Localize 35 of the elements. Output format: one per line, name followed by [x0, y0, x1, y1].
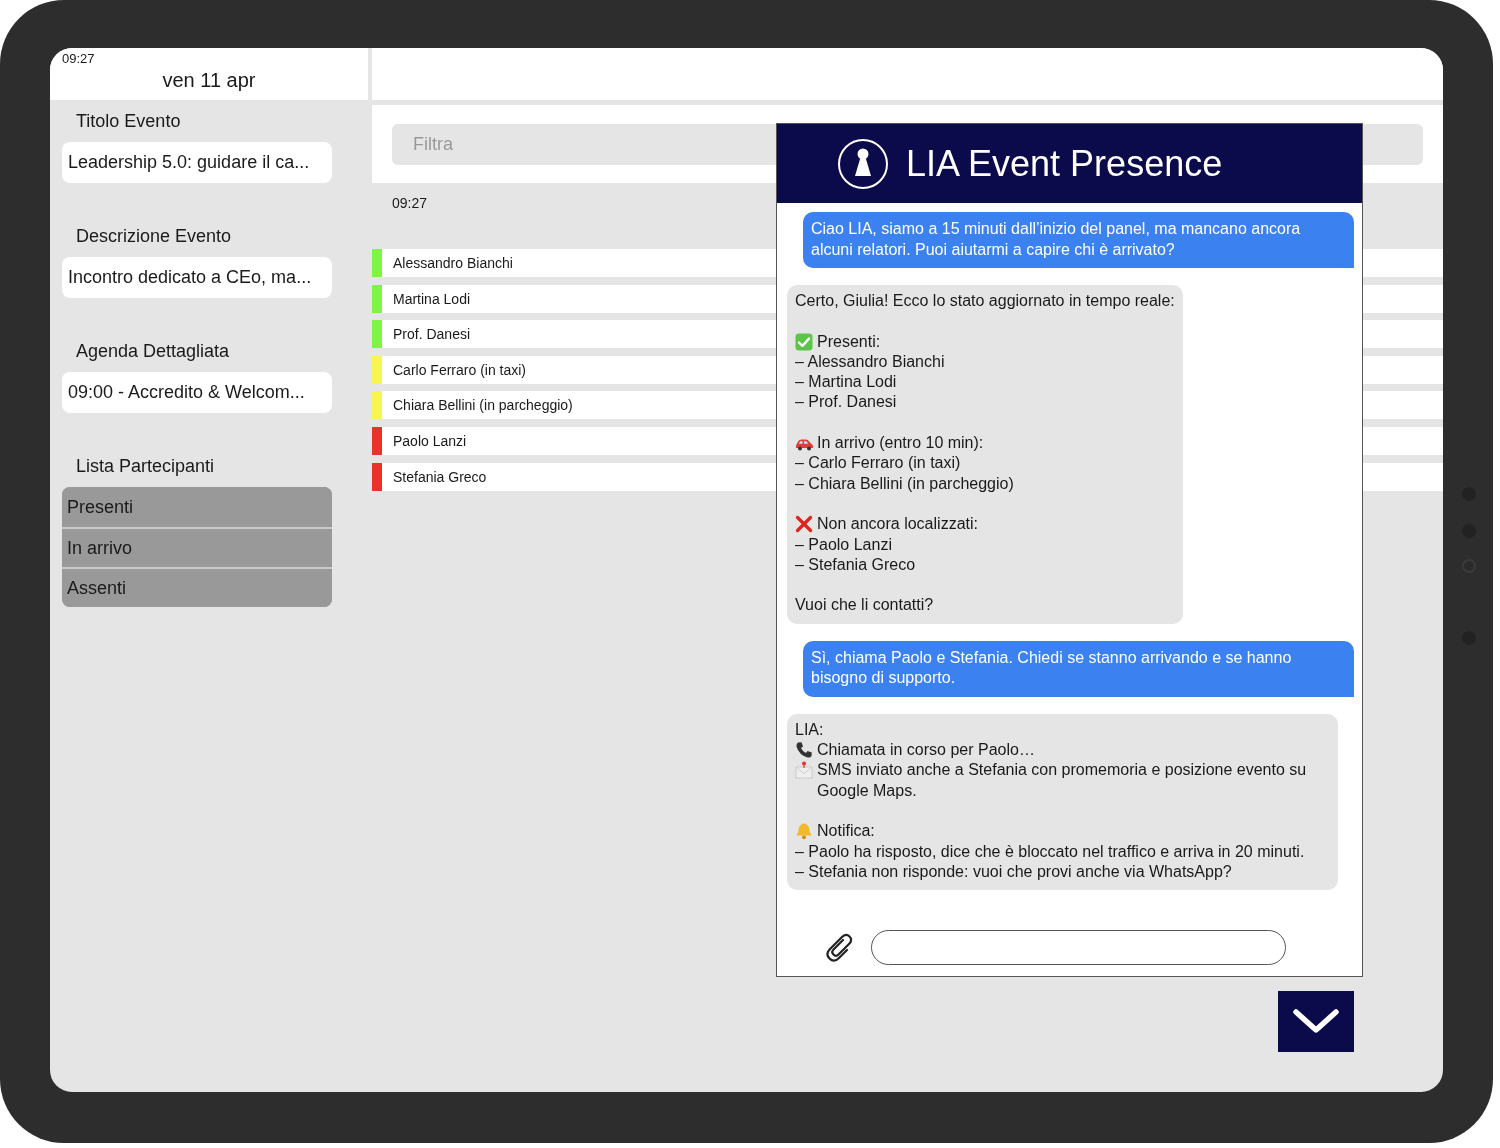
message-line: Notifica: [817, 821, 875, 842]
message-line: Chiamata in corso per Paolo… [817, 740, 1035, 761]
update-time: 09:27 [392, 194, 429, 212]
section-label: Agenda Dettagliata [76, 340, 231, 363]
message-line: – Stefania non risponde: vuoi che provi anche via WhatsApp? [795, 861, 1232, 882]
message-line: Non ancora localizzati: [817, 514, 978, 535]
user-message-bubble: Ciao LIA, siamo a 15 minuti dall’inizio del panel, ma mancano ancora alcuni relatori. Puoi aiutarmi a capire chi è arrivato? [803, 212, 1354, 268]
participant-name: Stefania Greco [393, 468, 487, 485]
message-line: LIA: [795, 719, 824, 740]
message-line: In arrivo (entro 10 min): [817, 433, 984, 454]
participant-name: Chiara Bellini (in parcheggio) [393, 397, 573, 414]
participant-name: Martina Lodi [393, 290, 471, 307]
message-line: – Stefania Greco [795, 554, 916, 575]
chat-title: LIA Event Presence [906, 142, 1223, 185]
participant-name: Prof. Danesi [393, 326, 471, 343]
section-label: Lista Partecipanti [76, 455, 216, 478]
section-label: Titolo Evento [76, 110, 182, 133]
participant-name: Carlo Ferraro (in taxi) [393, 361, 527, 378]
status-time: 09:27 [62, 51, 95, 66]
section-label: Descrizione Evento [76, 225, 233, 248]
message-line: – Carlo Ferraro (in taxi) [795, 453, 961, 474]
message-line: Presenti: [817, 331, 881, 352]
message-line: – Prof. Danesi [795, 392, 897, 413]
date-label: ven 11 apr [162, 69, 256, 92]
message-line: SMS inviato anche a Stefania con promemoria e posizione evento su Google Maps. [817, 760, 1308, 801]
message-line: – Paolo ha risposto, dice che è bloccato nel traffico e arriva in 20 minuti. [795, 841, 1305, 862]
message-line: Certo, Giulia! Ecco lo stato aggiornato in tempo reale: [795, 291, 1175, 311]
message-line: Vuoi che li contatti? [795, 595, 934, 616]
participant-name: Paolo Lanzi [393, 432, 467, 449]
participant-name: Alessandro Bianchi [393, 255, 513, 271]
message-line: – Paolo Lanzi [795, 534, 892, 555]
user-message-bubble: Sì, chiama Paolo e Stefania. Chiedi se stanno arrivando e se hanno bisogno di supporto. [803, 640, 1354, 697]
message-line: – Alessandro Bianchi [795, 351, 945, 372]
message-line: – Martina Lodi [795, 372, 897, 393]
message-line: – Chiara Bellini (in parcheggio) [795, 473, 1014, 494]
